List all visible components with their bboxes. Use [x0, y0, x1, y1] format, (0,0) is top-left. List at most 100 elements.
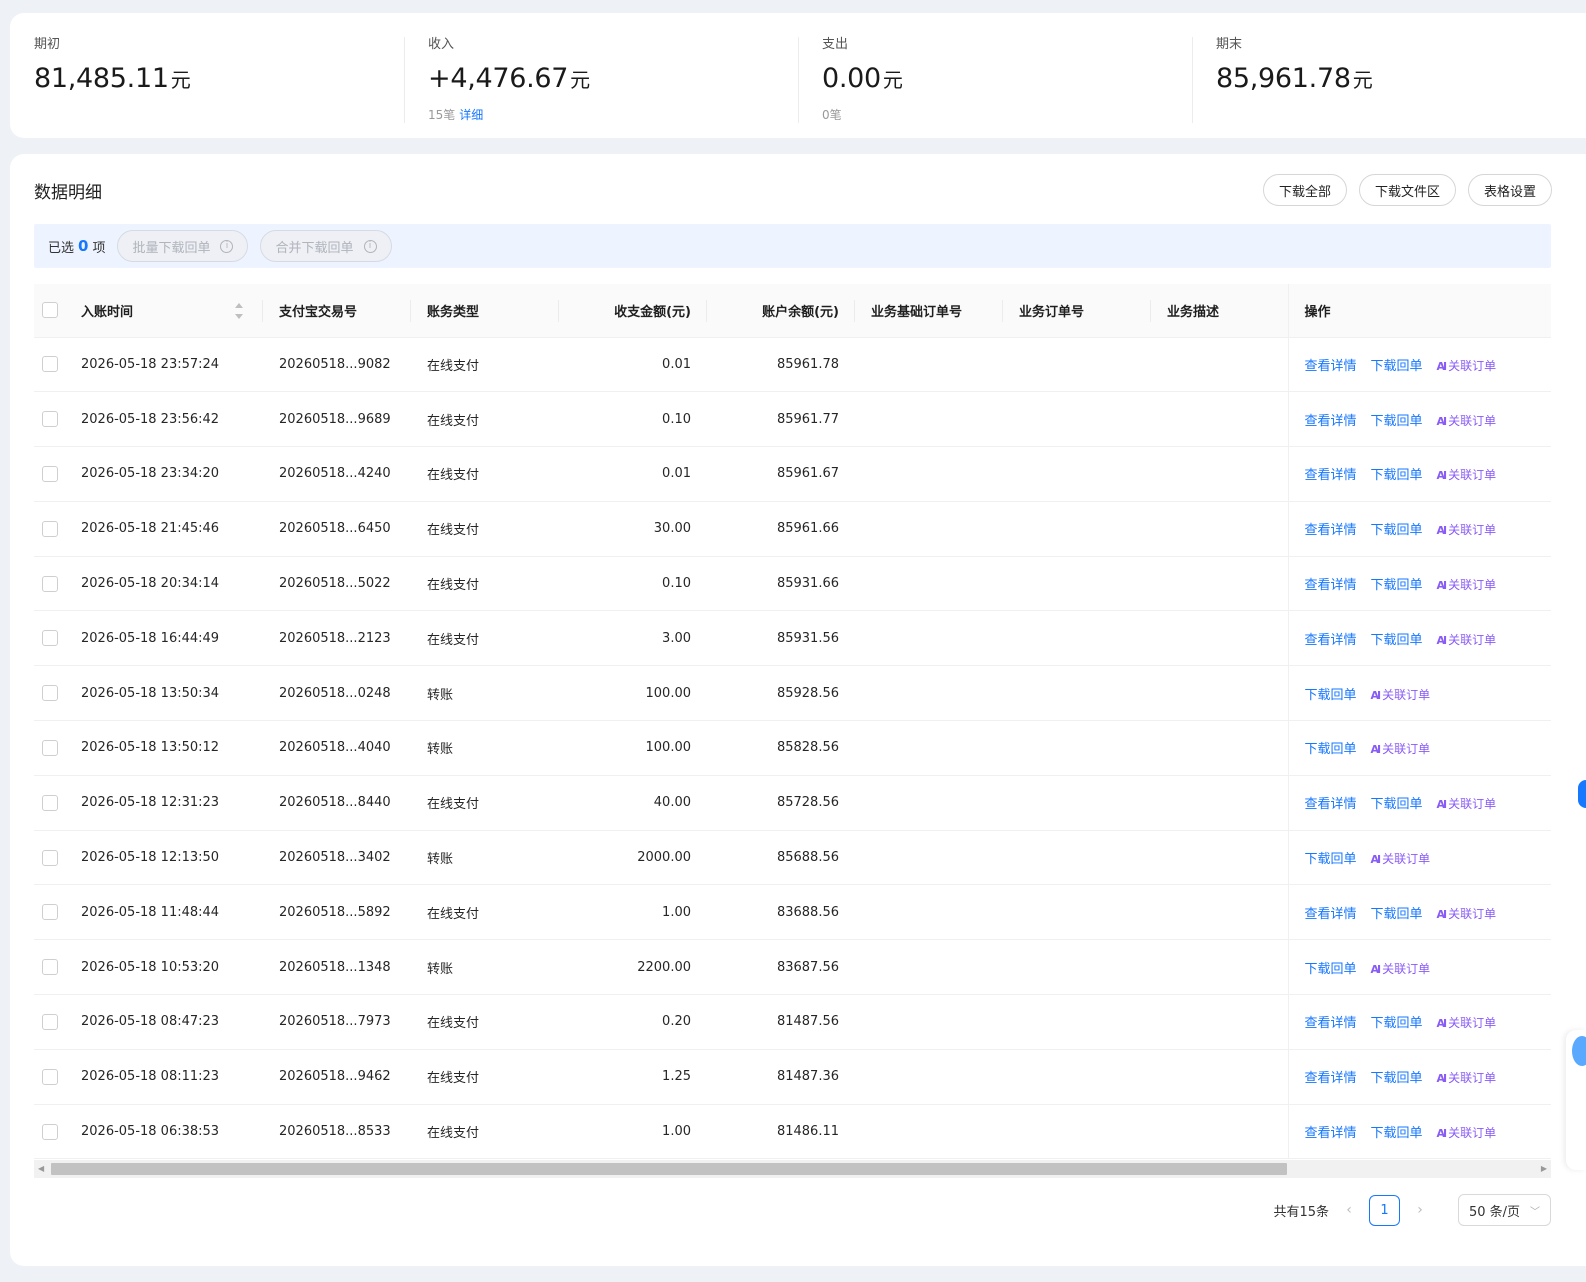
cell-amount: 0.01	[559, 446, 707, 502]
page-button-current[interactable]: 1	[1369, 1194, 1400, 1226]
download-receipt-link[interactable]: 下载回单	[1305, 852, 1357, 867]
row-checkbox[interactable]	[42, 630, 58, 647]
row-checkbox[interactable]	[42, 739, 58, 756]
download-receipt-link[interactable]: 下载回单	[1371, 1016, 1423, 1031]
link-order-button[interactable]: AI 关联订单	[1437, 468, 1497, 482]
cell-actions: 查看详情 下载回单 AI 关联订单	[1287, 446, 1551, 502]
batch-download-button[interactable]: 批量下载回单 i	[117, 230, 249, 262]
cell-description	[1151, 1104, 1288, 1160]
view-detail-link[interactable]: 查看详情	[1305, 907, 1357, 922]
floating-assistant-widget[interactable]	[1566, 1030, 1586, 1170]
ai-icon: AI	[1436, 469, 1448, 483]
link-order-button[interactable]: AI 关联订单	[1437, 907, 1497, 921]
table-row: 2026-05-18 11:48:44 20260518...5892 在线支付 1.…	[34, 884, 1551, 941]
download-receipt-link[interactable]: 下载回单	[1371, 523, 1423, 538]
link-order-button[interactable]: AI 关联订单	[1437, 1071, 1497, 1085]
view-detail-link[interactable]: 查看详情	[1305, 414, 1357, 429]
link-order-button[interactable]: AI 关联订单	[1437, 414, 1497, 428]
sort-icon[interactable]	[235, 303, 245, 319]
chevron-right-icon[interactable]: ›	[1406, 1202, 1434, 1218]
income-count: 15笔 详细	[428, 108, 484, 122]
row-checkbox[interactable]	[42, 411, 58, 428]
row-checkbox[interactable]	[42, 849, 58, 866]
link-order-button[interactable]: AI 关联订单	[1371, 852, 1431, 866]
download-receipt-link[interactable]: 下载回单	[1371, 468, 1423, 483]
cell-base-order	[855, 1104, 1003, 1160]
download-files-button[interactable]: 下载文件区	[1358, 174, 1456, 206]
row-checkbox[interactable]	[42, 1013, 58, 1030]
row-checkbox[interactable]	[42, 1068, 58, 1085]
link-order-button[interactable]: AI 关联订单	[1371, 742, 1431, 756]
view-detail-link[interactable]: 查看详情	[1305, 359, 1357, 374]
download-receipt-link[interactable]: 下载回单	[1371, 578, 1423, 593]
row-checkbox[interactable]	[42, 794, 58, 811]
link-order-button[interactable]: AI 关联订单	[1437, 359, 1497, 373]
cell-actions: 下载回单 AI 关联订单	[1287, 830, 1551, 886]
download-receipt-link[interactable]: 下载回单	[1371, 414, 1423, 429]
cell-type: 转账	[411, 720, 559, 776]
scrollbar-thumb[interactable]	[51, 1163, 1287, 1175]
chevron-left-icon[interactable]: ‹	[1335, 1202, 1363, 1218]
transactions-table: 入账时间 支付宝交易号 账务类型 收支金额(元) 账户余额(元) 业务基础订单号…	[34, 284, 1551, 1178]
info-icon: i	[363, 239, 377, 253]
merge-download-button[interactable]: 合并下载回单 i	[260, 230, 392, 262]
cell-type: 在线支付	[411, 1049, 559, 1105]
page-size-select[interactable]: 50 条/页 ﹀	[1458, 1194, 1551, 1226]
assistant-icon[interactable]	[1572, 1036, 1586, 1066]
cell-balance: 85931.66	[707, 556, 855, 612]
link-order-button[interactable]: AI 关联订单	[1437, 1126, 1497, 1140]
row-checkbox[interactable]	[42, 356, 58, 373]
row-checkbox[interactable]	[42, 685, 58, 702]
download-receipt-link[interactable]: 下载回单	[1371, 359, 1423, 374]
cell-actions: 查看详情 下载回单 AI 关联订单	[1287, 337, 1551, 393]
link-order-button[interactable]: AI 关联订单	[1437, 633, 1497, 647]
download-all-button[interactable]: 下载全部	[1262, 174, 1347, 206]
download-receipt-link[interactable]: 下载回单	[1305, 962, 1357, 977]
download-receipt-link[interactable]: 下载回单	[1305, 688, 1357, 703]
download-receipt-link[interactable]: 下载回单	[1371, 1126, 1423, 1141]
link-order-button[interactable]: AI 关联订单	[1437, 578, 1497, 592]
cell-trade-no: 20260518...3402	[263, 830, 411, 886]
view-detail-link[interactable]: 查看详情	[1305, 1071, 1357, 1086]
scroll-right-icon[interactable]: ▶	[1541, 1164, 1547, 1173]
horizontal-scrollbar[interactable]: ◀ ▶	[34, 1160, 1551, 1178]
cell-amount: 40.00	[559, 775, 707, 831]
row-checkbox[interactable]	[42, 575, 58, 592]
download-receipt-link[interactable]: 下载回单	[1371, 633, 1423, 648]
download-receipt-link[interactable]: 下载回单	[1371, 907, 1423, 922]
select-all-checkbox[interactable]	[42, 302, 58, 319]
cell-order	[1003, 337, 1151, 393]
row-checkbox[interactable]	[42, 959, 58, 976]
table-settings-button[interactable]: 表格设置	[1467, 174, 1552, 206]
download-receipt-link[interactable]: 下载回单	[1371, 1071, 1423, 1086]
floating-assistant-tab[interactable]	[1578, 780, 1586, 808]
cell-actions: 查看详情 下载回单 AI 关联订单	[1287, 1104, 1551, 1160]
view-detail-link[interactable]: 查看详情	[1305, 633, 1357, 648]
cell-order	[1003, 1104, 1151, 1160]
row-checkbox[interactable]	[42, 520, 58, 537]
download-receipt-link[interactable]: 下载回单	[1305, 742, 1357, 757]
view-detail-link[interactable]: 查看详情	[1305, 1126, 1357, 1141]
link-order-button[interactable]: AI 关联订单	[1371, 688, 1431, 702]
cell-trade-no: 20260518...0248	[263, 665, 411, 722]
link-order-button[interactable]: AI 关联订单	[1371, 962, 1431, 976]
view-detail-link[interactable]: 查看详情	[1305, 468, 1357, 483]
row-checkbox[interactable]	[42, 465, 58, 482]
view-detail-link[interactable]: 查看详情	[1305, 797, 1357, 812]
link-order-button[interactable]: AI 关联订单	[1437, 797, 1497, 811]
row-checkbox[interactable]	[42, 1123, 58, 1140]
expense-summary: 支出 0.00 元 0笔	[798, 35, 1192, 138]
cell-time: 2026-05-18 08:47:23	[65, 994, 263, 1050]
column-header-time[interactable]: 入账时间	[65, 284, 263, 338]
income-detail-link[interactable]: 详细	[459, 108, 483, 122]
link-order-button[interactable]: AI 关联订单	[1437, 523, 1497, 537]
view-detail-link[interactable]: 查看详情	[1305, 523, 1357, 538]
cell-trade-no: 20260518...8440	[263, 775, 411, 831]
view-detail-link[interactable]: 查看详情	[1305, 1016, 1357, 1031]
download-receipt-link[interactable]: 下载回单	[1371, 797, 1423, 812]
row-checkbox[interactable]	[42, 904, 58, 921]
link-order-button[interactable]: AI 关联订单	[1437, 1016, 1497, 1030]
table-row: 2026-05-18 13:50:34 20260518...0248 转账 100.…	[34, 665, 1551, 722]
scroll-left-icon[interactable]: ◀	[38, 1164, 44, 1173]
view-detail-link[interactable]: 查看详情	[1305, 578, 1357, 593]
